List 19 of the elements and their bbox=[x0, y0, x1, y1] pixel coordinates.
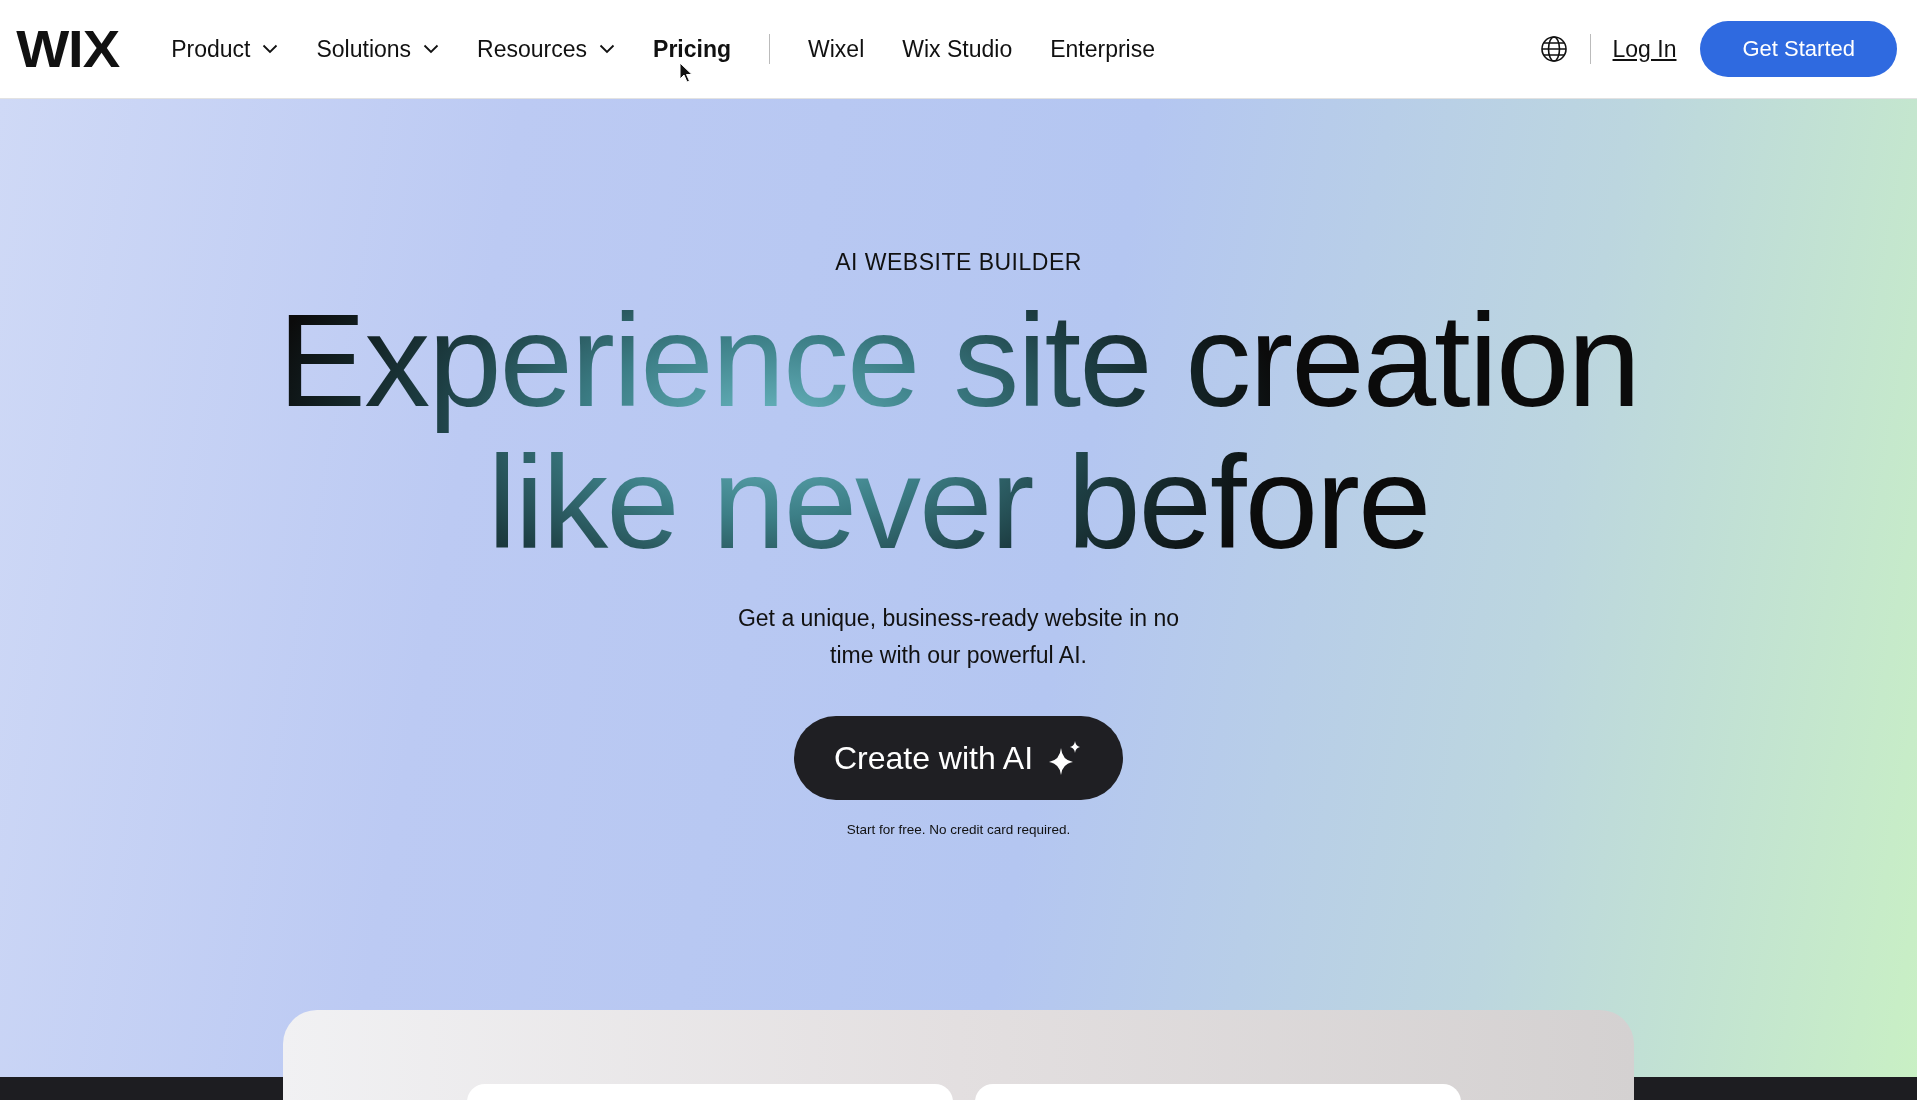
mouse-pointer-icon bbox=[679, 61, 694, 84]
nav-link[interactable]: Wixel bbox=[808, 35, 865, 63]
logo[interactable]: WIX bbox=[16, 19, 120, 79]
chevron-down-icon bbox=[262, 44, 279, 54]
globe-icon[interactable] bbox=[1539, 35, 1568, 63]
nav-link[interactable]: Wix Studio bbox=[902, 35, 1013, 63]
eyebrow-text: AI WEBSITE BUILDER bbox=[835, 249, 1082, 276]
chevron-down-icon bbox=[423, 44, 440, 54]
create-with-ai-button[interactable]: Create with AI bbox=[793, 716, 1124, 800]
chevron-down-icon bbox=[599, 44, 616, 54]
get-started-button[interactable]: Get Started bbox=[1700, 21, 1897, 77]
login-link[interactable]: Log In bbox=[1612, 35, 1677, 63]
note-text: Start for free. No credit card required. bbox=[846, 822, 1071, 837]
nav-link[interactable]: Pricing bbox=[653, 35, 731, 63]
nav-link[interactable]: Product bbox=[171, 35, 279, 63]
subtitle-text: Get a unique, business-ready website in no time with our powerful AI. bbox=[736, 604, 1181, 670]
nav-link[interactable]: Resources bbox=[477, 35, 616, 63]
nav-link[interactable]: Enterprise bbox=[1050, 35, 1155, 63]
nav-link[interactable]: Solutions bbox=[316, 35, 440, 63]
